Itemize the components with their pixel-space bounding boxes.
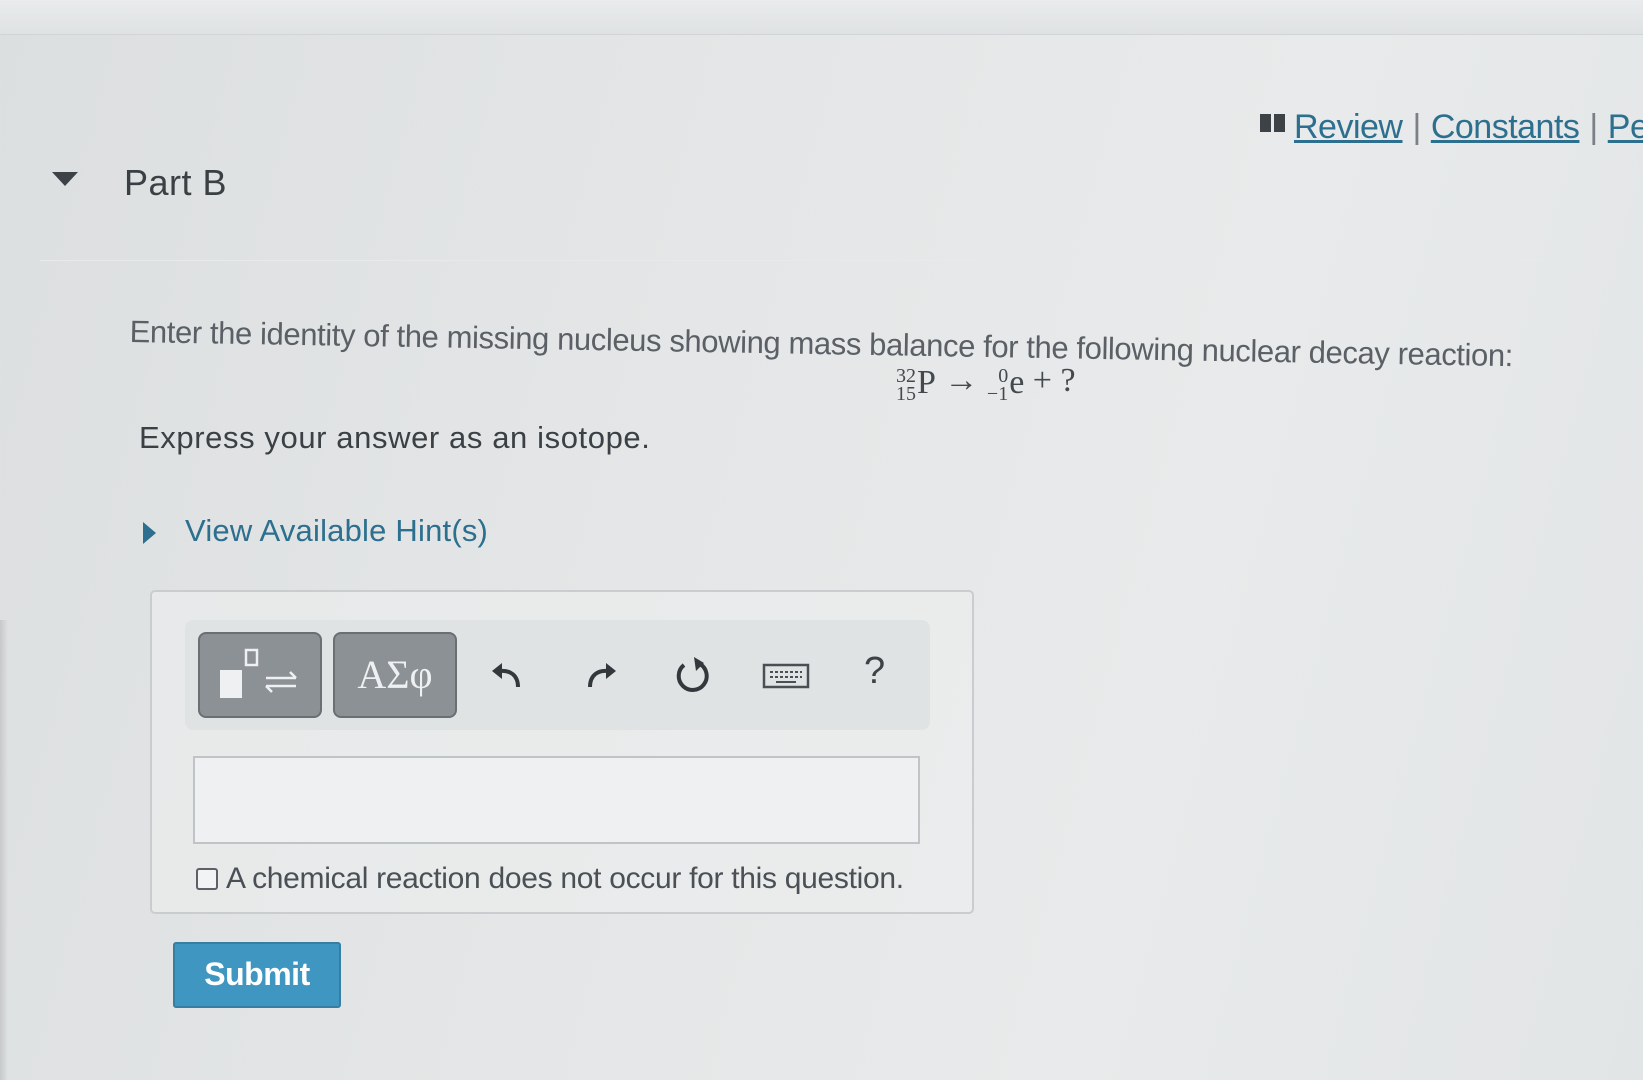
part-title: Part B [124, 162, 228, 203]
expand-hint-icon[interactable] [143, 522, 156, 544]
no-reaction-checkbox[interactable] [196, 868, 218, 890]
unknown-product: ? [1060, 362, 1076, 399]
link-separator: | [1412, 108, 1421, 146]
submit-button[interactable]: Submit [173, 942, 341, 1008]
decay-equation: 32 15 P → 0 −1 e + ? [896, 362, 1076, 405]
help-button[interactable]: ? [864, 650, 885, 693]
keyboard-icon[interactable] [762, 655, 810, 695]
reactant-symbol: P [917, 363, 936, 401]
reactant-atomic-number: 15 [896, 382, 916, 405]
link-separator: | [1589, 108, 1598, 146]
undo-icon[interactable] [488, 655, 528, 695]
greek-symbols-button[interactable]: ΑΣφ [333, 632, 457, 718]
answer-instructions: Express your answer as an isotope. [139, 420, 651, 455]
collapse-part-toggle-icon[interactable] [52, 172, 78, 186]
review-link[interactable]: Review [1294, 108, 1403, 146]
screen-bezel-edge [0, 620, 8, 1080]
plus-sign: + [1032, 362, 1052, 399]
reaction-arrow: → [944, 362, 979, 399]
product-nuclide: 0 −1 e [986, 363, 1025, 405]
template-icon [220, 648, 297, 698]
product-atomic-number: −1 [986, 382, 1009, 405]
view-hints-link[interactable]: View Available Hint(s) [185, 513, 488, 549]
redo-icon[interactable] [580, 655, 620, 695]
answer-input[interactable] [193, 756, 920, 844]
no-reaction-label: A chemical reaction does not occur for t… [226, 862, 904, 895]
header-links: Review | Constants | Pe [1260, 108, 1643, 147]
question-prompt: Enter the identity of the missing nucleu… [129, 314, 1514, 374]
top-bar [0, 0, 1643, 35]
reset-icon[interactable] [672, 655, 712, 695]
no-reaction-option[interactable]: A chemical reaction does not occur for t… [196, 862, 904, 896]
constants-link[interactable]: Constants [1431, 108, 1580, 146]
templates-button[interactable] [198, 632, 322, 718]
periodic-table-link[interactable]: Pe [1608, 108, 1643, 146]
product-symbol: e [1009, 363, 1025, 401]
book-icon [1260, 114, 1285, 132]
reactant-nuclide: 32 15 P [896, 363, 936, 405]
section-divider [40, 260, 1540, 261]
